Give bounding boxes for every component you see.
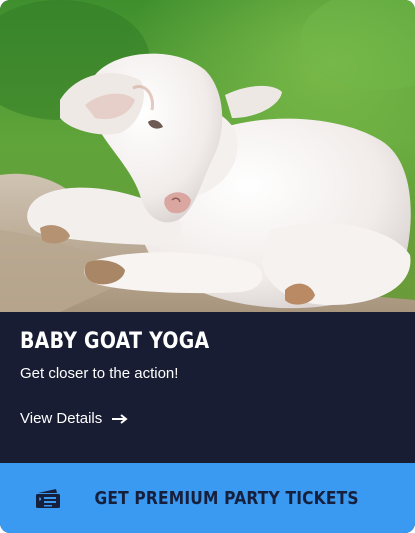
view-details-label: View Details <box>20 410 103 427</box>
ticket-icon <box>35 489 60 508</box>
premium-tickets-label: GET PREMIUM PARTY TICKETS <box>94 487 359 509</box>
baby-goat-image <box>0 0 415 312</box>
premium-tickets-button[interactable]: GET PREMIUM PARTY TICKETS <box>0 463 415 533</box>
event-title: BABY GOAT YOGA <box>20 329 210 354</box>
event-photo[interactable] <box>0 0 415 312</box>
event-subtitle: Get closer to the action! <box>20 365 179 382</box>
event-card: BABY GOAT YOGA Get closer to the action!… <box>0 0 415 533</box>
view-details-link[interactable]: View Details <box>20 410 128 427</box>
event-info: BABY GOAT YOGA Get closer to the action!… <box>0 312 415 463</box>
arrow-right-icon <box>112 413 128 424</box>
